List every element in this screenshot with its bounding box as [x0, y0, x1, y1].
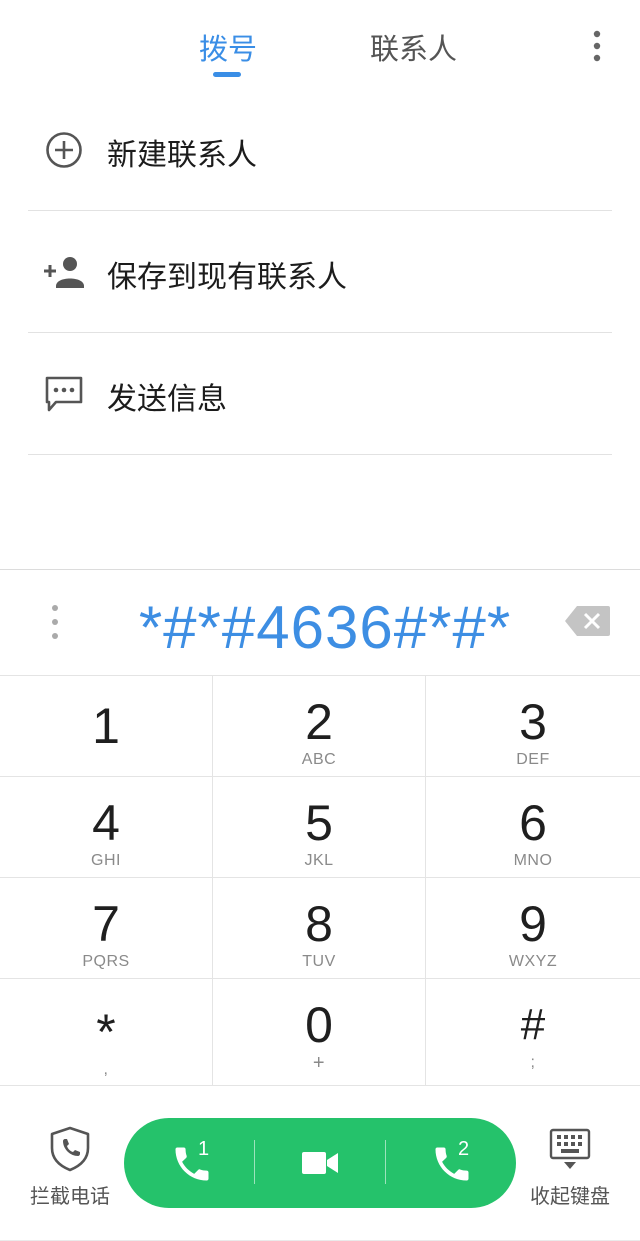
save-to-existing-contact-item[interactable]: 保存到现有联系人: [0, 211, 640, 333]
key-letters: GHI: [91, 852, 121, 869]
new-contact-item[interactable]: 新建联系人: [0, 89, 640, 211]
block-calls-label: 拦截电话: [30, 1184, 110, 1208]
key-letters: ,: [103, 1061, 109, 1078]
key-digit: 0: [305, 997, 333, 1053]
key-letters: TUV: [302, 953, 336, 970]
key-digit: 5: [305, 795, 333, 851]
more-vertical-icon: [52, 605, 58, 639]
hide-keypad-button[interactable]: 收起键盘: [520, 1126, 620, 1210]
dialpad-key-7[interactable]: 7 PQRS: [0, 878, 213, 979]
dialpad-key-hash[interactable]: # ;: [426, 979, 640, 1086]
key-letters: MNO: [513, 852, 553, 869]
dialpad-key-8[interactable]: 8 TUV: [213, 878, 426, 979]
divider: [28, 454, 612, 455]
tab-dial[interactable]: 拨号: [199, 26, 257, 68]
send-message-item[interactable]: 发送信息: [0, 333, 640, 455]
call-sim2-button[interactable]: 2: [424, 1118, 504, 1208]
dialpad: 1 2 ABC 3 DEF 4 GHI 5 JKL 6 MNO 7 PQRS 8…: [0, 675, 640, 1086]
add-person-icon: [42, 252, 86, 292]
pill-separator: [254, 1140, 255, 1184]
dialed-number-display[interactable]: *#*#4636#*#*: [100, 593, 550, 663]
call-buttons-group: 1 2: [124, 1118, 516, 1208]
save-to-existing-contact-label: 保存到现有联系人: [107, 260, 347, 295]
dialpad-key-6[interactable]: 6 MNO: [426, 777, 640, 878]
shield-phone-icon: [50, 1126, 90, 1172]
key-digit: 2: [305, 694, 333, 750]
more-vertical-icon: [593, 30, 601, 62]
dialpad-key-2[interactable]: 2 ABC: [213, 676, 426, 777]
key-digit: 9: [519, 896, 547, 952]
header-tabs: 拨号 联系人: [0, 0, 640, 90]
dialpad-key-4[interactable]: 4 GHI: [0, 777, 213, 878]
hide-keypad-label: 收起键盘: [530, 1184, 610, 1208]
key-digit: 4: [92, 795, 120, 851]
send-message-label: 发送信息: [107, 382, 227, 417]
dialpad-key-0[interactable]: 0 +: [213, 979, 426, 1086]
key-digit: #: [520, 1000, 546, 1049]
key-digit: *: [96, 1004, 116, 1060]
more-options-button[interactable]: [582, 28, 612, 64]
key-letters: ABC: [301, 751, 337, 768]
key-letters: DEF: [516, 751, 550, 768]
backspace-button[interactable]: [563, 604, 611, 638]
dialpad-key-star[interactable]: * ,: [0, 979, 213, 1086]
tab-contacts[interactable]: 联系人: [370, 26, 457, 68]
message-icon: [42, 374, 86, 414]
key-letters: WXYZ: [508, 953, 558, 970]
dialpad-key-5[interactable]: 5 JKL: [213, 777, 426, 878]
new-contact-label: 新建联系人: [107, 138, 257, 173]
key-letters: ;: [530, 1054, 536, 1071]
dialpad-key-1[interactable]: 1: [0, 676, 213, 777]
key-letters: JKL: [304, 852, 334, 869]
video-call-button[interactable]: [284, 1118, 356, 1208]
video-camera-icon: [302, 1152, 338, 1174]
call-sim1-button[interactable]: 1: [162, 1118, 242, 1208]
dial-panel-border: [0, 569, 640, 570]
add-circle-icon: [42, 130, 86, 170]
pill-separator: [385, 1140, 386, 1184]
keyboard-hide-icon: [549, 1128, 591, 1169]
key-digit: 7: [92, 896, 120, 952]
block-calls-button[interactable]: 拦截电话: [20, 1126, 120, 1210]
active-tab-indicator: [213, 72, 241, 77]
dialpad-menu-button[interactable]: [40, 602, 70, 642]
key-digit: 6: [519, 795, 547, 851]
key-digit: 3: [519, 694, 547, 750]
sim2-label: 2: [458, 1138, 470, 1160]
key-letters: +: [312, 1052, 326, 1074]
sim1-label: 1: [198, 1138, 210, 1160]
key-digit: 1: [92, 698, 120, 754]
dialpad-key-3[interactable]: 3 DEF: [426, 676, 640, 777]
backspace-icon: [565, 606, 610, 636]
key-letters: PQRS: [82, 953, 130, 970]
key-digit: 8: [305, 896, 333, 952]
dialpad-key-9[interactable]: 9 WXYZ: [426, 878, 640, 979]
